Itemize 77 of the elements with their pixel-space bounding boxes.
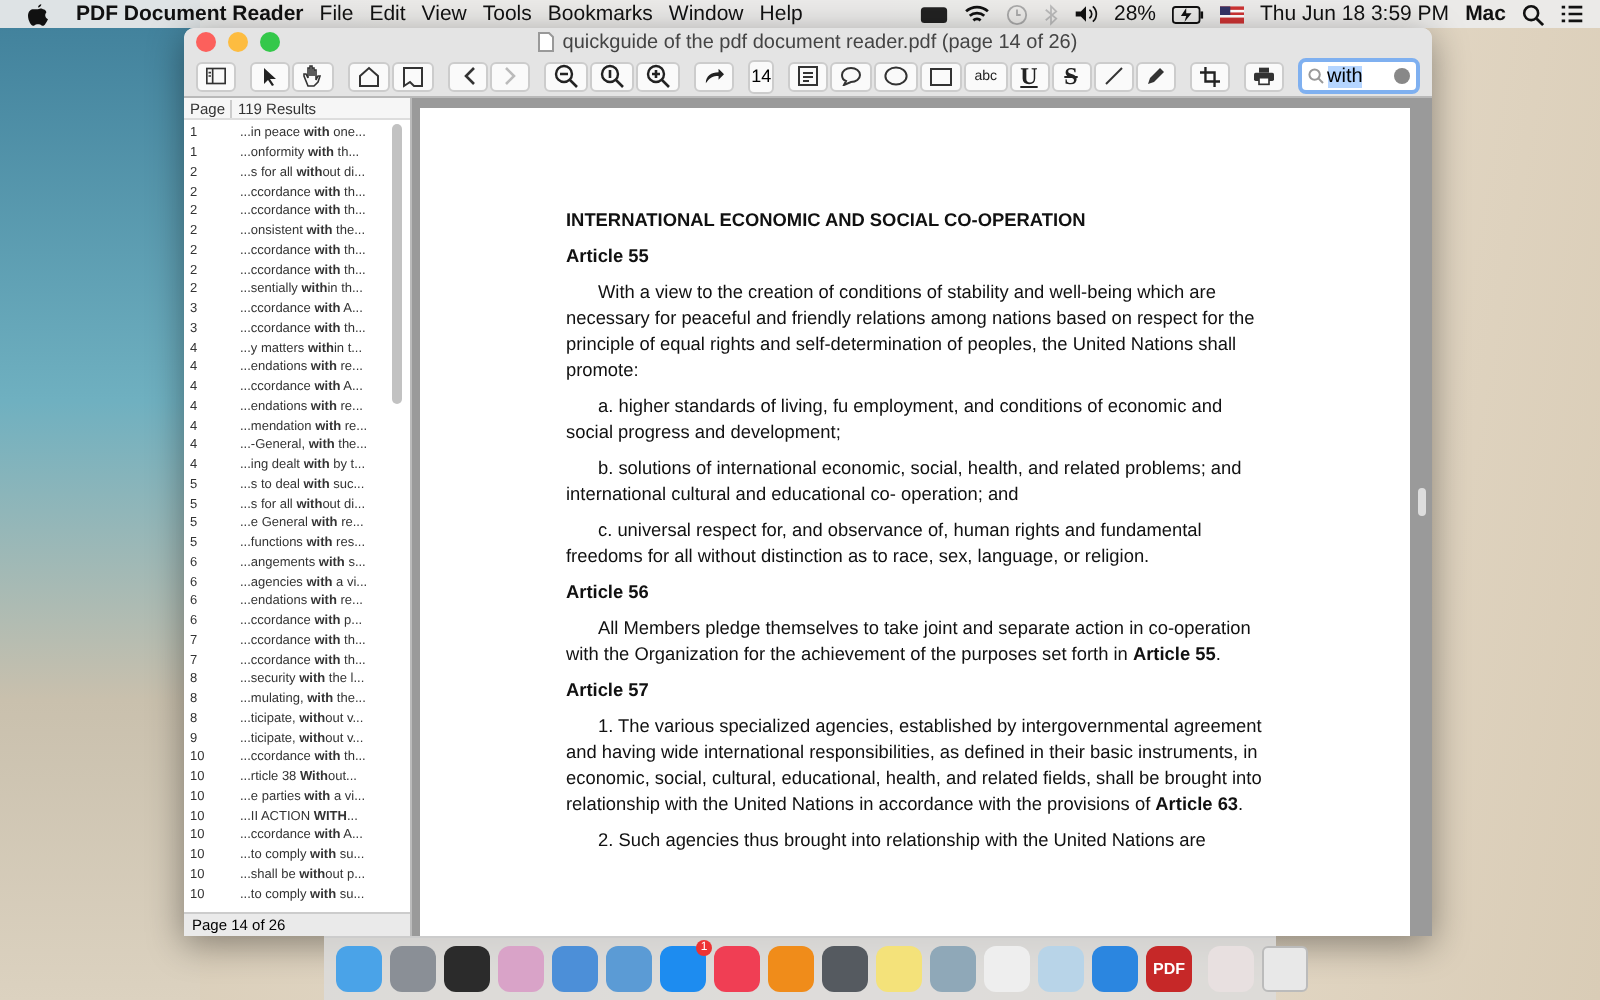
- section-title: INTERNATIONAL ECONOMIC AND SOCIAL CO-OPERATION: [566, 208, 1088, 234]
- clear-search-button[interactable]: [1394, 68, 1410, 84]
- pdf-app-icon[interactable]: PDF: [1146, 946, 1192, 992]
- note-icon: [798, 66, 819, 86]
- speech-bubble-icon: [840, 66, 863, 86]
- paragraph: a. higher standards of living, fu employment, and conditions of economic and social progress and development;: [566, 394, 1225, 446]
- menu-clock[interactable]: Thu Jun 18 3:59 PM: [1260, 0, 1450, 28]
- search-icon: [1307, 68, 1323, 84]
- line-icon: [1103, 66, 1123, 86]
- battery-percentage[interactable]: 28%: [1113, 0, 1156, 28]
- back-button[interactable]: [448, 61, 488, 91]
- flag-icon[interactable]: [1220, 5, 1244, 23]
- underline-button[interactable]: U: [1009, 61, 1049, 91]
- sidebar-toggle-button[interactable]: [196, 61, 236, 91]
- article-heading: Article 56: [566, 580, 651, 606]
- ellipse-icon: [884, 66, 909, 86]
- menu-item[interactable]: Window: [668, 0, 744, 28]
- chevron-right-icon: [503, 66, 517, 86]
- printer-icon: [1253, 66, 1273, 86]
- sidebar-icon: [206, 66, 226, 86]
- curved-arrow-icon: [704, 66, 724, 86]
- menu-item[interactable]: View: [421, 0, 467, 28]
- battery-status-icon[interactable]: [919, 5, 948, 23]
- crop-icon: [1199, 65, 1219, 87]
- scrollbar-thumb[interactable]: [392, 124, 402, 404]
- battery-charging-icon[interactable]: [1172, 5, 1204, 23]
- crop-button[interactable]: [1189, 61, 1229, 91]
- app-name[interactable]: PDF Document Reader: [76, 0, 304, 28]
- rectangle-tool-button[interactable]: [920, 61, 963, 91]
- list-icon[interactable]: [1560, 4, 1584, 24]
- rotate-button[interactable]: [694, 61, 734, 91]
- pen-icon: [1145, 66, 1165, 86]
- house-page-button[interactable]: [348, 61, 390, 91]
- zoom-in-button[interactable]: [636, 61, 680, 91]
- menu-item[interactable]: Tools: [482, 0, 532, 28]
- pointer-icon: [262, 66, 278, 86]
- paragraph: b. solutions of international economic, social, health, and related problems; and international cultural and educational co- operation; and: [566, 456, 1244, 508]
- scrollbar-thumb[interactable]: [1418, 488, 1426, 516]
- paragraph: 1. The various specialized agencies, established by intergovernmental agreement and having wide international responsibilities, as defined in their basic instruments, in economic, social, cultural, educational, health, and related fields, shall be brought into relationship with the United Nations in accordance with the provisions of Article 63.: [566, 714, 1264, 818]
- user-name[interactable]: Mac: [1465, 0, 1506, 28]
- note-button[interactable]: [788, 61, 829, 91]
- house-icon: [358, 65, 380, 87]
- article-heading: Article 55: [566, 244, 651, 270]
- menu-item[interactable]: Help: [759, 0, 803, 28]
- hand-tool-button[interactable]: [292, 61, 334, 91]
- hand-icon: [302, 64, 324, 88]
- bookmark-page-button[interactable]: [392, 61, 434, 91]
- search-field[interactable]: with: [1297, 58, 1420, 94]
- line-tool-button[interactable]: [1093, 61, 1133, 91]
- search-icon[interactable]: [1522, 3, 1544, 25]
- pen-tool-button[interactable]: [1135, 61, 1175, 91]
- paragraph: All Members pledge themselves to take joint and separate action in co-operation with the Organization for the achievement of the purposes set forth in Article 55.: [566, 616, 1253, 668]
- article-heading: Article 57: [566, 678, 651, 704]
- zoom-in-icon: [646, 64, 670, 88]
- zoom-out-icon: [554, 64, 578, 88]
- speaker-icon[interactable]: [1073, 4, 1098, 24]
- pointer-tool-button[interactable]: [250, 61, 290, 91]
- zoom-out-button[interactable]: [544, 61, 588, 91]
- magnifier-icon: [600, 64, 624, 88]
- comment-button[interactable]: [830, 61, 873, 91]
- paragraph: 2. Such agencies thus brought into relationship with the United Nations are: [596, 828, 1208, 854]
- ellipse-tool-button[interactable]: [874, 61, 919, 91]
- chevron-left-icon: [461, 66, 475, 86]
- bookmark-icon: [402, 65, 424, 87]
- menu-item[interactable]: File: [319, 0, 354, 28]
- actual-size-button[interactable]: [590, 61, 634, 91]
- rectangle-icon: [930, 67, 953, 85]
- apple-icon[interactable]: [28, 3, 48, 25]
- wifi-icon[interactable]: [963, 4, 990, 24]
- paragraph: With a view to the creation of conditions of stability and well-being which are necessary for peaceful and friendly relations among nations based on respect for the principle of equal rights and self-determination of peoples, the United Nations shall promote:: [566, 280, 1257, 384]
- menu-item[interactable]: Bookmarks: [547, 0, 653, 28]
- paragraph: c. universal respect for, and observance of, human rights and fundamental freedoms for all without distinction as to race, sex, language, or religion.: [566, 518, 1204, 570]
- menu-item[interactable]: Edit: [369, 0, 406, 28]
- strikethrough-button[interactable]: S: [1051, 61, 1091, 91]
- page-number-field[interactable]: 14: [748, 59, 775, 93]
- window-title: quickguide of the pdf document reader.pdf (page 14 of 26): [562, 31, 1078, 53]
- print-button[interactable]: [1243, 61, 1283, 91]
